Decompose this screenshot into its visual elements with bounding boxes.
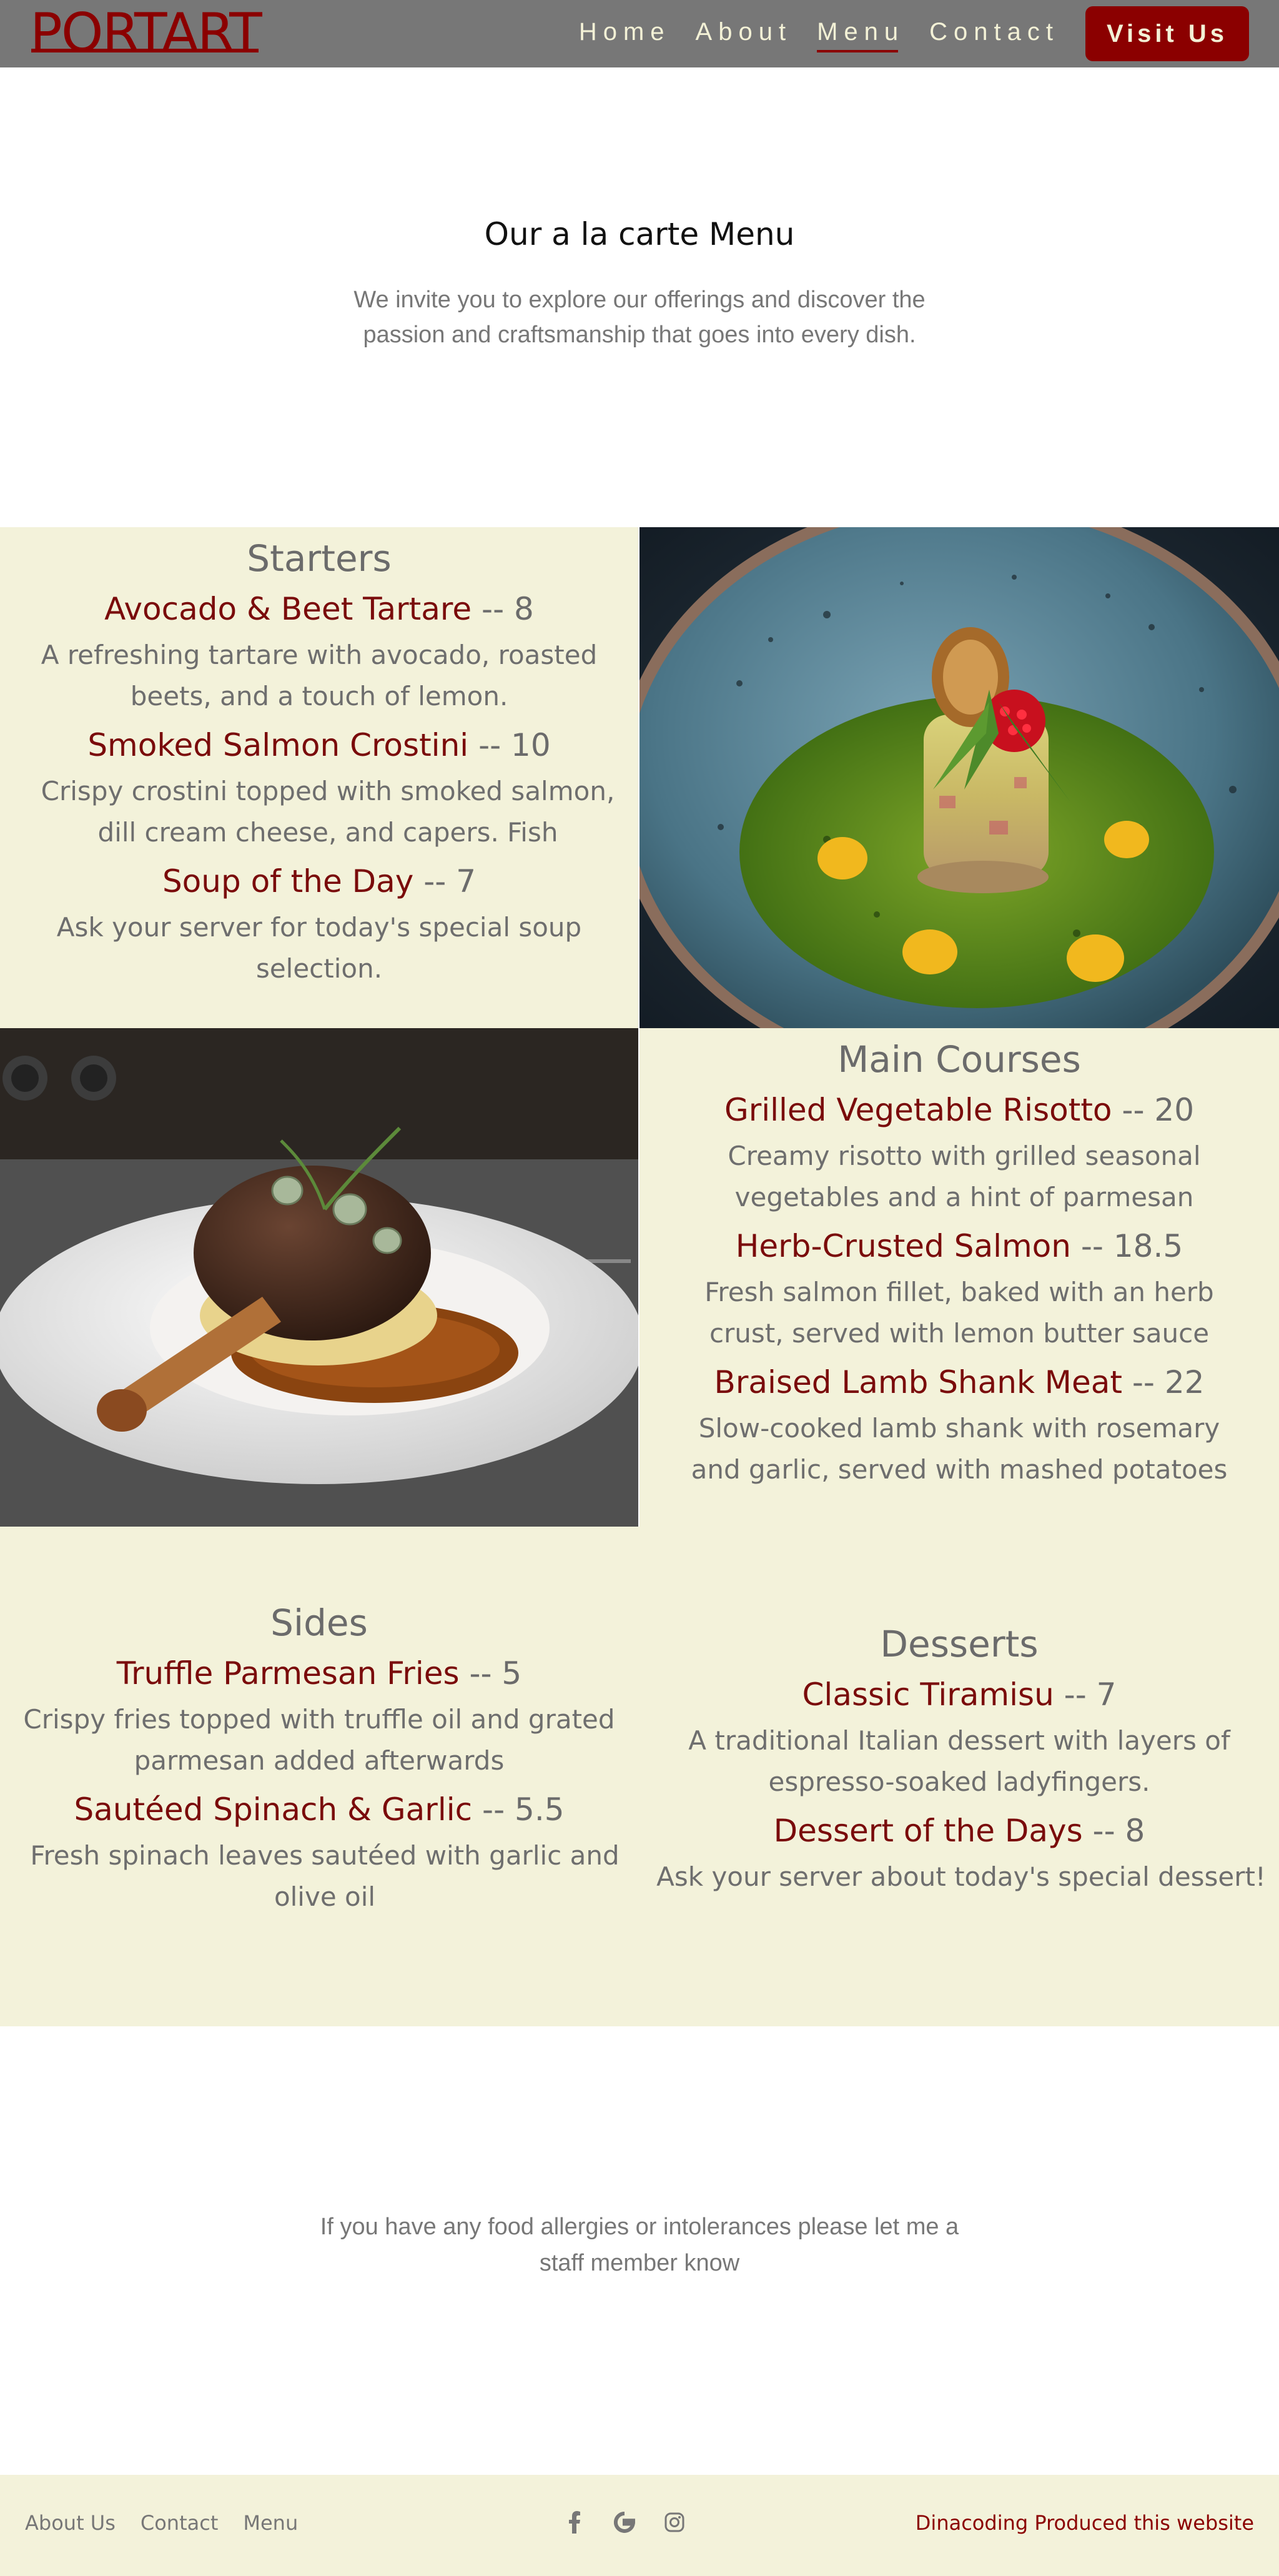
allergy-note: If you have any food allergies or intole…	[320, 2214, 959, 2276]
menu-item-head: Avocado & Beet Tartare -- 8	[25, 587, 613, 631]
dish-description: Fresh spinach leaves sautéed with garlic…	[30, 1840, 620, 1912]
menu-item-head: Soup of the Day -- 7	[25, 859, 613, 903]
dish-name: Soup of the Day	[162, 863, 414, 899]
dish-name: Dessert of the Days	[773, 1813, 1083, 1849]
section-title-starters: Starters	[247, 537, 392, 580]
dish-price: -- 22	[1132, 1364, 1205, 1400]
credit-text[interactable]: Dinacoding Produced this website	[916, 2511, 1254, 2535]
footer-link-contact[interactable]: Contact	[141, 2511, 219, 2535]
dish-description: A refreshing tartare with avocado, roast…	[41, 640, 598, 711]
dish-name: Sautéed Spinach & Garlic	[74, 1791, 473, 1828]
google-icon[interactable]	[612, 2507, 637, 2537]
sides-section: Sides Truffle Parmesan Fries -- 5 Crispy…	[0, 1598, 638, 1924]
lamb-photo	[0, 1028, 638, 1527]
dish-description: Crispy crostini topped with smoked salmo…	[41, 776, 615, 848]
menu-item-head: Grilled Vegetable Risotto -- 20	[664, 1088, 1254, 1132]
desserts-section: Desserts Classic Tiramisu -- 7 A traditi…	[640, 1619, 1279, 1904]
dish-price: -- 18.5	[1080, 1228, 1183, 1264]
nav-link-menu[interactable]: Menu	[817, 18, 904, 52]
menu-item-head: Smoked Salmon Crostini -- 10	[25, 723, 613, 767]
dish-name: Avocado & Beet Tartare	[104, 591, 472, 627]
dish-price: -- 8	[1092, 1813, 1145, 1849]
menu-item-head: Sautéed Spinach & Garlic -- 5.5	[12, 1788, 626, 1831]
nav-link-about[interactable]: About	[696, 18, 793, 50]
dish-price: -- 5	[469, 1655, 522, 1692]
lamb-image	[0, 1028, 638, 1527]
footer-link-about[interactable]: About Us	[25, 2511, 116, 2535]
dish-price: -- 8	[481, 591, 534, 627]
page-title: Our a la carte Menu	[484, 216, 795, 252]
tartare-photo	[640, 527, 1279, 1028]
dish-description: Crispy fries topped with truffle oil and…	[23, 1704, 615, 1776]
logo[interactable]: PORTART	[30, 5, 262, 61]
section-title-mains: Main Courses	[837, 1038, 1081, 1081]
dish-name: Herb-Crusted Salmon	[735, 1228, 1071, 1264]
footer-link-menu[interactable]: Menu	[243, 2511, 298, 2535]
top-nav: PORTART Home About Menu Contact Visit Us	[0, 0, 1279, 67]
menu-item-head: Truffle Parmesan Fries -- 5	[12, 1652, 626, 1695]
dish-name: Smoked Salmon Crostini	[87, 727, 469, 763]
social-icons	[562, 2507, 687, 2537]
dish-name: Grilled Vegetable Risotto	[724, 1092, 1112, 1128]
dish-price: -- 7	[1064, 1677, 1117, 1713]
nav-link-contact[interactable]: Contact	[929, 18, 1059, 50]
instagram-icon[interactable]	[662, 2507, 687, 2537]
footer-links: About Us Contact Menu	[25, 2511, 323, 2535]
dish-description: Slow-cooked lamb shank with rosemary and…	[691, 1413, 1228, 1485]
footer: About Us Contact Menu Dinacoding Produce…	[0, 2475, 1279, 2576]
dish-name: Truffle Parmesan Fries	[116, 1655, 460, 1692]
menu-item-head: Braised Lamb Shank Meat -- 22	[664, 1360, 1254, 1404]
dish-description: Creamy risotto with grilled seasonal veg…	[728, 1141, 1201, 1212]
tartare-image	[640, 527, 1279, 1028]
dish-name: Braised Lamb Shank Meat	[714, 1364, 1122, 1400]
visit-us-button[interactable]: Visit Us	[1085, 6, 1249, 61]
dish-description: Ask your server for today's special soup…	[56, 912, 582, 984]
starters-section: Starters Avocado & Beet Tartare -- 8 A r…	[0, 527, 638, 1028]
dish-name: Classic Tiramisu	[802, 1677, 1054, 1713]
dish-price: -- 7	[423, 863, 477, 899]
dish-price: -- 20	[1122, 1092, 1195, 1128]
intro-text: We invite you to explore our offerings a…	[353, 287, 926, 348]
menu-item-head: Classic Tiramisu -- 7	[652, 1673, 1267, 1717]
nav-links: Home About Menu Contact Visit Us	[554, 6, 1249, 61]
facebook-icon[interactable]	[562, 2507, 587, 2537]
nav-link-home[interactable]: Home	[579, 18, 671, 50]
dish-description: Ask your server about today's special de…	[656, 1861, 1266, 1892]
dish-description: A traditional Italian dessert with layer…	[688, 1725, 1230, 1797]
section-title-sides: Sides	[270, 1602, 368, 1644]
dish-price: -- 10	[478, 727, 551, 763]
menu-item-head: Herb-Crusted Salmon -- 18.5	[664, 1224, 1254, 1268]
logo-underline	[31, 49, 259, 52]
mains-section: Main Courses Grilled Vegetable Risotto -…	[640, 1028, 1279, 1527]
menu-item-head: Dessert of the Days -- 8	[652, 1809, 1267, 1853]
dish-price: -- 5.5	[482, 1791, 565, 1828]
section-title-desserts: Desserts	[880, 1623, 1039, 1665]
dish-description: Fresh salmon fillet, baked with an herb …	[704, 1277, 1214, 1349]
